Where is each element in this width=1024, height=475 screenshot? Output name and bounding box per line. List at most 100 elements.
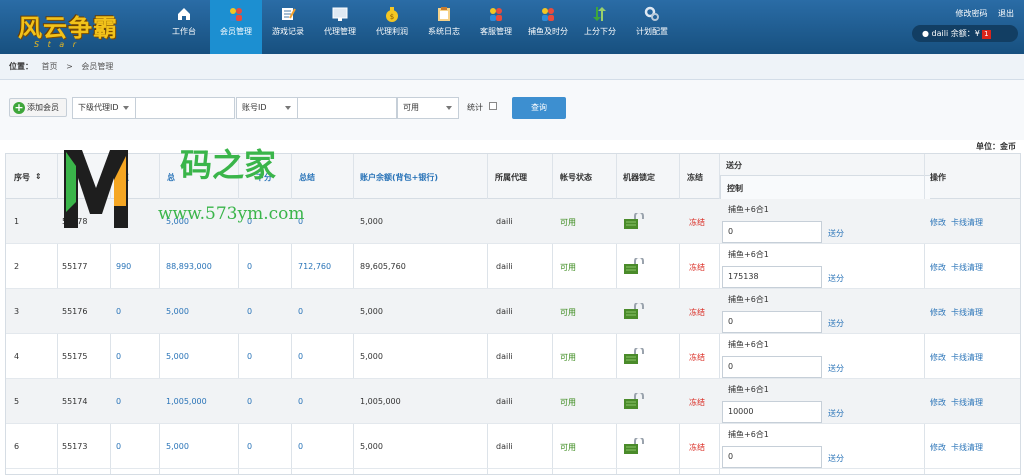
logo-text: 风云争霸 — [18, 13, 118, 42]
line-clear-link[interactable]: 卡线清理 — [951, 352, 983, 363]
breadcrumb-home[interactable]: 首页 — [42, 62, 58, 71]
row-recharge[interactable]: 0 — [116, 217, 121, 226]
line-clear-link[interactable]: 卡线清理 — [951, 307, 983, 318]
machine-lock-icon[interactable] — [623, 438, 645, 454]
col-down[interactable]: 下分 — [256, 172, 272, 183]
nav-item-fishing[interactable]: 捕鱼及时分 — [522, 0, 574, 54]
add-member-button[interactable]: + 添加会员 — [9, 98, 67, 117]
freeze-link[interactable]: 冻结 — [689, 397, 705, 408]
freeze-link[interactable]: 冻结 — [689, 442, 705, 453]
col-profit[interactable]: 总结 — [299, 172, 315, 183]
line-clear-link[interactable]: 卡线清理 — [951, 217, 983, 228]
line-clear-link[interactable]: 卡线清理 — [951, 442, 983, 453]
send-score-input[interactable]: 10000 — [722, 401, 822, 423]
row-agent: daili — [496, 352, 513, 361]
edit-link[interactable]: 修改 — [930, 307, 946, 318]
agent-id-select[interactable]: 下级代理ID — [72, 97, 136, 119]
row-profit[interactable]: 0 — [298, 397, 303, 406]
row-down[interactable]: 0 — [247, 262, 252, 271]
row-down[interactable]: 0 — [247, 442, 252, 451]
logout-link[interactable]: 退出 — [998, 9, 1014, 18]
edit-link[interactable]: 修改 — [930, 262, 946, 273]
account-id-select[interactable]: 账号ID — [236, 97, 298, 119]
line-clear-link[interactable]: 卡线清理 — [951, 397, 983, 408]
row-recharge[interactable]: 990 — [116, 262, 131, 271]
row-down[interactable]: 0 — [247, 397, 252, 406]
machine-lock-icon[interactable] — [623, 348, 645, 364]
row-profit[interactable]: 712,760 — [298, 262, 331, 271]
edit-link[interactable]: 修改 — [930, 442, 946, 453]
row-profit[interactable]: 0 — [298, 307, 303, 316]
col-operation: 操作 — [930, 173, 946, 182]
send-score-title: 捕鱼+6合1 — [728, 205, 769, 214]
nav-item-system-log[interactable]: 系统日志 — [418, 0, 470, 54]
row-recharge[interactable]: 0 — [116, 307, 121, 316]
col-recharge[interactable]: 值 — [121, 172, 129, 183]
col-total[interactable]: 总 — [167, 172, 175, 183]
row-seq: 1 — [14, 217, 20, 226]
machine-lock-icon[interactable] — [623, 213, 645, 229]
machine-lock-icon[interactable] — [623, 303, 645, 319]
row-total[interactable]: 1,005,000 — [166, 397, 207, 406]
send-score-button[interactable]: 送分 — [828, 228, 844, 239]
line-clear-link[interactable]: 卡线清理 — [951, 262, 983, 273]
edit-link[interactable]: 修改 — [930, 397, 946, 408]
col-balance[interactable]: 账户余额(背包+银行) — [360, 172, 438, 183]
send-score-button[interactable]: 送分 — [828, 318, 844, 329]
send-score-input[interactable]: 0 — [722, 356, 822, 378]
machine-lock-icon[interactable] — [623, 393, 645, 409]
freeze-link[interactable]: 冻结 — [689, 262, 705, 273]
balance-badge: 1 — [981, 30, 991, 39]
nav-item-support[interactable]: 客服管理 — [470, 0, 522, 54]
user-balance: ● daili 余额：¥ 1 — [912, 25, 1018, 42]
statistics-checkbox[interactable] — [489, 102, 497, 110]
chevron-down-icon — [446, 106, 452, 110]
row-total[interactable]: 88,893,000 — [166, 262, 212, 271]
row-seq: 2 — [14, 262, 20, 271]
row-total[interactable]: 5,000 — [166, 307, 189, 316]
row-total[interactable]: 5,000 — [166, 352, 189, 361]
nav-item-plan-config[interactable]: 计划配置 — [626, 0, 678, 54]
send-score-input[interactable]: 175138 — [722, 266, 822, 288]
nav-item-agent-manage[interactable]: 代理管理 — [314, 0, 366, 54]
status-select[interactable]: 可用 — [397, 97, 459, 119]
send-score-title: 捕鱼+6合1 — [728, 385, 769, 394]
freeze-link[interactable]: 冻结 — [689, 307, 705, 318]
send-score-button[interactable]: 送分 — [828, 453, 844, 464]
change-password-link[interactable]: 修改密码 — [955, 9, 987, 18]
machine-lock-icon[interactable] — [623, 258, 645, 274]
nav-item-agent-profit[interactable]: $ 代理利润 — [366, 0, 418, 54]
row-profit[interactable]: 0 — [298, 217, 303, 226]
query-button[interactable]: 查询 — [512, 97, 566, 119]
send-score-input[interactable]: 0 — [722, 311, 822, 333]
row-recharge[interactable]: 0 — [116, 352, 121, 361]
col-seq[interactable]: 序号 — [14, 172, 30, 183]
nav-item-members[interactable]: 会员管理 — [210, 0, 262, 54]
send-score-button[interactable]: 送分 — [828, 408, 844, 419]
send-score-input[interactable]: 0 — [722, 446, 822, 468]
freeze-link[interactable]: 冻结 — [689, 352, 705, 363]
row-total[interactable]: 5,000 — [166, 217, 189, 226]
row-profit[interactable]: 0 — [298, 352, 303, 361]
row-down[interactable]: 0 — [247, 217, 252, 226]
row-profit[interactable]: 0 — [298, 442, 303, 451]
logo-subtitle: S t a r — [34, 40, 80, 49]
row-down[interactable]: 0 — [247, 307, 252, 316]
agent-id-input[interactable] — [135, 97, 235, 119]
send-score-button[interactable]: 送分 — [828, 363, 844, 374]
account-id-input[interactable] — [297, 97, 397, 119]
freeze-link[interactable]: 冻结 — [689, 217, 705, 228]
row-recharge[interactable]: 0 — [116, 442, 121, 451]
row-total[interactable]: 5,000 — [166, 442, 189, 451]
row-balance: 5,000 — [360, 307, 383, 316]
edit-link[interactable]: 修改 — [930, 352, 946, 363]
nav-item-game-record[interactable]: 游戏记录 — [262, 0, 314, 54]
row-down[interactable]: 0 — [247, 352, 252, 361]
send-score-button[interactable]: 送分 — [828, 273, 844, 284]
row-recharge[interactable]: 0 — [116, 397, 121, 406]
send-score-input[interactable]: 0 — [722, 221, 822, 243]
nav-item-dashboard[interactable]: 工作台 — [158, 0, 210, 54]
sort-icon[interactable]: ⇕ — [35, 172, 42, 181]
nav-item-transfer[interactable]: 上分下分 — [574, 0, 626, 54]
edit-link[interactable]: 修改 — [930, 217, 946, 228]
